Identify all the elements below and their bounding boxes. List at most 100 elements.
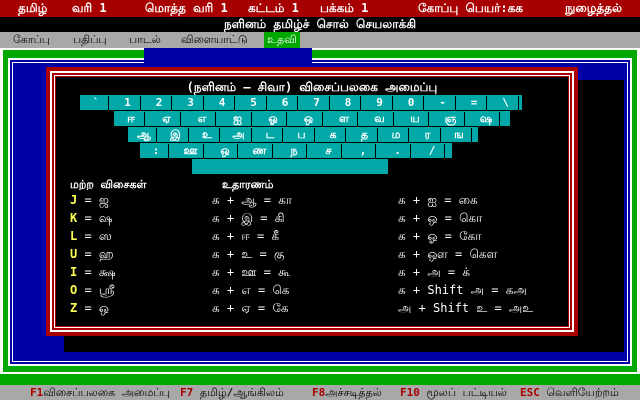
status-paragraph: கட்டம் 1: [248, 1, 299, 15]
menu-edit-label: பதிப்பு: [73, 33, 107, 46]
status-page: பக்கம் 1: [320, 1, 369, 15]
rule-key: O: [70, 283, 78, 297]
keyboard-key: 8: [336, 96, 361, 110]
f7-label: தமிழ்/ஆங்கிலம்: [199, 386, 284, 399]
keyboard-key: \: [493, 96, 519, 110]
keyboard-key: 4: [210, 96, 235, 110]
keyboard-key: 1: [115, 96, 141, 110]
f10-label: மூலப் பட்டியல்: [426, 386, 507, 399]
keyboard-key: `: [84, 96, 109, 110]
rule-key: I: [70, 265, 78, 279]
rule-example: க + ஒ = கொ: [398, 211, 483, 225]
keyboard-key: 0: [399, 96, 424, 110]
menu-games-label: விளையாட்டு: [181, 33, 248, 46]
keyboard-key: /: [420, 144, 445, 158]
menu-edit[interactable]: பதிப்பு: [70, 32, 110, 48]
rule-example: க + Shift அ = கஅ: [398, 283, 527, 297]
keyboard-key: ய: [402, 112, 429, 126]
status-mode: தமிழ்: [18, 1, 48, 15]
bottom-frame: [0, 374, 640, 385]
status-line: வரி 1: [72, 1, 107, 15]
rule-eq: = ஜ: [84, 193, 109, 207]
rule-example: க + ஏ = கே: [212, 301, 289, 315]
rule-row: Z = ஒ: [70, 301, 109, 317]
dialog-shadow-right: [578, 80, 624, 352]
keyboard-key: ம: [384, 128, 409, 142]
rule-key: L: [70, 229, 78, 243]
f1-key: F1: [30, 386, 44, 399]
keyboard-key: ஒ: [213, 144, 238, 158]
f10-main-menu[interactable]: F10 மூலப் பட்டியல்: [400, 385, 507, 400]
help-menu-dropdown-stub: [144, 48, 312, 68]
keyboard-key: 7: [304, 96, 330, 110]
rule-row: K = ஷ: [70, 211, 112, 227]
rule-key: U: [70, 247, 78, 261]
rule-key: J: [70, 193, 78, 207]
menu-file[interactable]: கோப்பு: [10, 32, 53, 48]
rule-example: க + ஐ = கை: [398, 193, 478, 207]
keyboard-key: ஐ: [224, 112, 252, 126]
examples-heading: உதாரணம்: [222, 178, 274, 191]
rule-example: க + ஆ = கா: [212, 193, 293, 207]
function-key-bar: F1விசைப்பலகை அமைப்பு F7 தமிழ்/ஆங்கிலம் F…: [0, 385, 640, 400]
other-keys-heading: மற்ற விசைகள்: [70, 178, 147, 191]
f8-print[interactable]: F8அச்சடித்தல்: [312, 385, 382, 400]
keyboard-key: ண: [247, 144, 273, 158]
keyboard-key: ஏ: [153, 112, 181, 126]
f7-key: F7: [180, 386, 194, 399]
rule-example: க + உ = கு: [212, 247, 285, 261]
keyboard-key: இ: [163, 128, 189, 142]
keyboard-key: ,: [351, 144, 376, 158]
menu-help[interactable]: உதவி: [264, 32, 300, 48]
keyboard-key: :: [144, 144, 169, 158]
menu-song[interactable]: பாடல்: [126, 32, 164, 48]
rule-row: L = ஸ: [70, 229, 112, 245]
esc-key: ESC: [520, 386, 540, 399]
rule-row: I = க்ஷ: [70, 265, 116, 281]
status-insert-mode: நுழைத்தல்: [565, 1, 622, 15]
keyboard-key: 3: [178, 96, 204, 110]
rule-eq: = ஸ்ரீ: [84, 283, 115, 297]
keyboard-key: எ: [189, 112, 216, 126]
keyboard-key: க: [321, 128, 346, 142]
dialog-shadow-bottom: [64, 336, 624, 352]
keyboard-key: ங: [447, 128, 472, 142]
keyboard-key: உ: [195, 128, 220, 142]
f7-toggle-language[interactable]: F7 தமிழ்/ஆங்கிலம்: [180, 385, 284, 400]
f1-keyboard-layout[interactable]: F1விசைப்பலகை அமைப்பு: [30, 385, 170, 400]
status-file-name: கோப்பு பெயர்:கக: [418, 1, 523, 15]
rule-eq: = ஹ: [84, 247, 114, 261]
keyboard-key: -: [430, 96, 456, 110]
keyboard-key: ந: [282, 144, 307, 158]
rule-example: க + அ = க்: [398, 265, 471, 279]
keyboard-key: ஓ: [260, 112, 287, 126]
keyboard-key: ஒ: [295, 112, 323, 126]
keyboard-key: ச: [316, 144, 342, 158]
rule-row: O = ஸ்ரீ: [70, 283, 115, 299]
rule-row: J = ஜ: [70, 193, 109, 209]
rule-example: க + இ = கி: [212, 211, 285, 225]
keyboard-key: ர: [415, 128, 441, 142]
rule-eq: = ஷ: [84, 211, 113, 225]
app-title: நளினம் தமிழ்ச் சொல் செயலாக்கி: [223, 17, 417, 31]
rule-example: அ + Shift உ = அஉ: [398, 301, 534, 315]
esc-exit[interactable]: ESC வெளியேற்றம்: [520, 385, 619, 400]
rule-example: க + ஔ = கௌ: [398, 247, 498, 261]
rule-example: க + ஓ = கோ: [398, 229, 482, 243]
rule-key: K: [70, 211, 78, 225]
dialog-title: (நளினம் – சிவா) விசைப்பலகை அமைப்பு: [186, 80, 438, 94]
keyboard-key: ட: [258, 128, 283, 142]
keyboard-key: ஆ: [132, 128, 157, 142]
esc-label: வெளியேற்றம்: [546, 386, 619, 399]
keyboard-key: 9: [367, 96, 393, 110]
rule-eq: = ஒ: [84, 301, 109, 315]
menu-song-label: பாடல்: [129, 33, 161, 46]
keyboard-key: 6: [273, 96, 298, 110]
rule-key: Z: [70, 301, 78, 315]
rule-eq: = க்ஷ: [84, 265, 116, 279]
menu-games[interactable]: விளையாட்டு: [178, 32, 251, 48]
keyboard-key: த: [352, 128, 378, 142]
keyboard-key: வ: [366, 112, 394, 126]
keyboard-key: 5: [241, 96, 267, 110]
status-bar: தமிழ் வரி 1 மொத்த வரி 1 கட்டம் 1 பக்கம் …: [0, 0, 640, 17]
